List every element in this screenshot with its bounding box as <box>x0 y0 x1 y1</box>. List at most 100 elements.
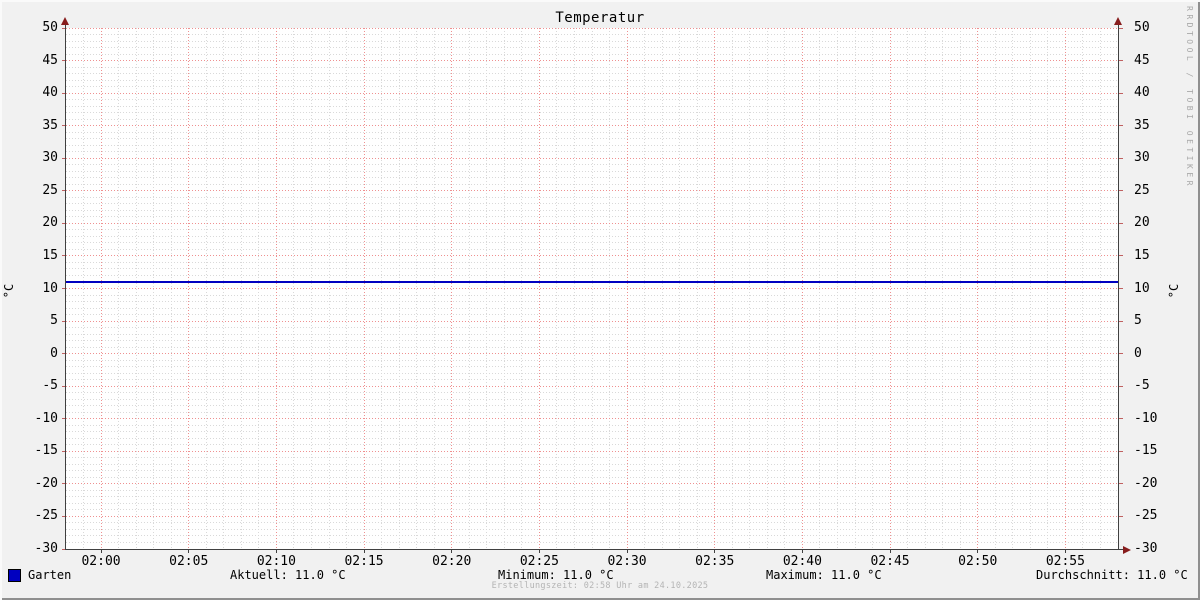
y-axis-label: 30 <box>42 150 58 166</box>
gridline-major-h <box>66 27 1118 29</box>
y-axis-label: 50 <box>42 20 58 35</box>
gridline-major-h <box>66 190 1118 192</box>
y-axis-side-tick <box>1119 125 1123 127</box>
y-axis-label: 15 <box>42 247 58 263</box>
axis-arrow-right <box>1123 545 1131 554</box>
y-axis-label: -10 <box>1134 410 1158 426</box>
legend-maximum: Maximum: 11.0 °C <box>766 568 882 582</box>
y-axis-side-tick <box>1119 450 1123 452</box>
gridline-major-h <box>66 450 1118 452</box>
gridline-major-h <box>66 255 1118 257</box>
y-axis-label: -15 <box>34 443 58 459</box>
legend-minimum: Minimum: 11.0 °C <box>498 568 614 582</box>
y-axis-label: 40 <box>1134 85 1150 101</box>
y-axis-label: -5 <box>42 378 58 394</box>
y-axis-line-right <box>1118 24 1119 549</box>
y-axis-label: 0 <box>50 345 58 361</box>
gridline-major-h <box>66 92 1118 94</box>
y-axis-label: -20 <box>1134 475 1158 491</box>
x-axis-label: 02:20 <box>432 554 472 569</box>
y-axis-label: -10 <box>34 410 58 426</box>
gridline-major-v <box>538 28 540 549</box>
x-axis-label: 02:15 <box>344 554 384 569</box>
gridline-major-h <box>66 60 1118 62</box>
y-axis-label: -5 <box>1134 378 1150 394</box>
x-axis-label: 02:50 <box>958 554 998 569</box>
gridline-major-v <box>1064 28 1066 549</box>
y-axis-unit-left: °C <box>2 283 16 299</box>
y-axis-side-tick <box>1119 320 1123 322</box>
gridline-major-v <box>451 28 453 549</box>
y-axis-side-tick <box>1119 483 1123 485</box>
gridline-major-h <box>66 353 1118 355</box>
gridline-major-v <box>626 28 628 549</box>
gridline-major-h <box>66 385 1118 387</box>
x-axis-label: 02:10 <box>256 554 296 569</box>
legend-current: Aktuell: 11.0 °C <box>230 568 346 582</box>
gridline-major-h <box>66 320 1118 322</box>
y-axis-label: -25 <box>1134 508 1158 524</box>
y-axis-side-tick <box>1119 92 1123 94</box>
x-axis-label: 02:00 <box>81 554 121 569</box>
x-axis-label: 02:40 <box>782 554 822 569</box>
y-axis-side-tick <box>1119 353 1123 355</box>
series-line <box>66 280 1118 283</box>
y-axis-label: 0 <box>1134 345 1142 361</box>
y-axis-side-tick <box>1119 190 1123 192</box>
gridline-major-v <box>100 28 102 549</box>
creation-time: Erstellungszeit: 02:58 Uhr am 24.10.2025 <box>491 581 709 591</box>
y-axis-line-left <box>65 24 66 549</box>
gridline-major-h <box>66 125 1118 127</box>
y-axis-side-tick <box>1119 288 1123 289</box>
gridline-major-h <box>66 288 1118 289</box>
y-axis-label: 25 <box>1134 182 1150 198</box>
x-axis-label: 02:35 <box>695 554 735 569</box>
axis-arrow-up-right <box>1114 17 1122 25</box>
x-axis-label: 02:45 <box>870 554 910 569</box>
y-axis-label: 40 <box>42 85 58 101</box>
gridline-major-v <box>188 28 190 549</box>
y-axis-side-tick <box>1119 222 1123 224</box>
gridline-major-v <box>889 28 891 549</box>
y-axis-side-tick <box>1119 60 1123 62</box>
legend-average: Durchschnitt: 11.0 °C <box>1036 568 1188 582</box>
x-axis-label: 02:30 <box>607 554 647 569</box>
y-axis-label: 5 <box>50 313 58 329</box>
gridline-major-h <box>66 157 1118 159</box>
y-axis-side-tick <box>1119 157 1123 159</box>
gridline-major-h <box>66 222 1118 224</box>
y-axis-label: 50 <box>1134 20 1150 35</box>
rrdtool-graph: Temperatur °C °C RRDTOOL / TOBI OETIKER … <box>0 0 1200 600</box>
legend-series-name: Garten <box>28 568 72 582</box>
gridline-major-v <box>714 28 716 549</box>
y-axis-side-tick <box>1119 385 1123 387</box>
x-axis-label: 02:25 <box>519 554 559 569</box>
y-axis-label: 20 <box>42 215 58 231</box>
y-axis-label: -20 <box>34 475 58 491</box>
gridline-major-v <box>275 28 277 549</box>
y-axis-label: 25 <box>42 182 58 198</box>
gridline-major-h <box>66 418 1118 420</box>
chart-title: Temperatur <box>555 10 645 26</box>
x-axis-label: 02:55 <box>1045 554 1085 569</box>
y-axis-side-tick <box>1119 27 1123 29</box>
y-axis-side-tick <box>1119 515 1123 517</box>
x-axis-line <box>65 549 1123 550</box>
gridline-major-h <box>66 483 1118 485</box>
y-axis-label: -25 <box>34 508 58 524</box>
y-axis-label: 20 <box>1134 215 1150 231</box>
y-axis-label: 35 <box>1134 117 1150 133</box>
y-axis-label: 45 <box>42 52 58 68</box>
y-axis-label: -30 <box>1134 541 1158 556</box>
y-axis-label: 35 <box>42 117 58 133</box>
y-axis-label: 15 <box>1134 247 1150 263</box>
gridline-major-h <box>66 515 1118 517</box>
gridline-major-v <box>363 28 365 549</box>
y-axis-side-tick <box>1119 418 1123 420</box>
y-axis-label: 30 <box>1134 150 1150 166</box>
y-axis-label: 5 <box>1134 313 1142 329</box>
y-axis-label: -15 <box>1134 443 1158 459</box>
y-axis-label: 45 <box>1134 52 1150 68</box>
axis-arrow-up-left <box>61 17 69 25</box>
y-axis-label: -30 <box>34 541 58 556</box>
